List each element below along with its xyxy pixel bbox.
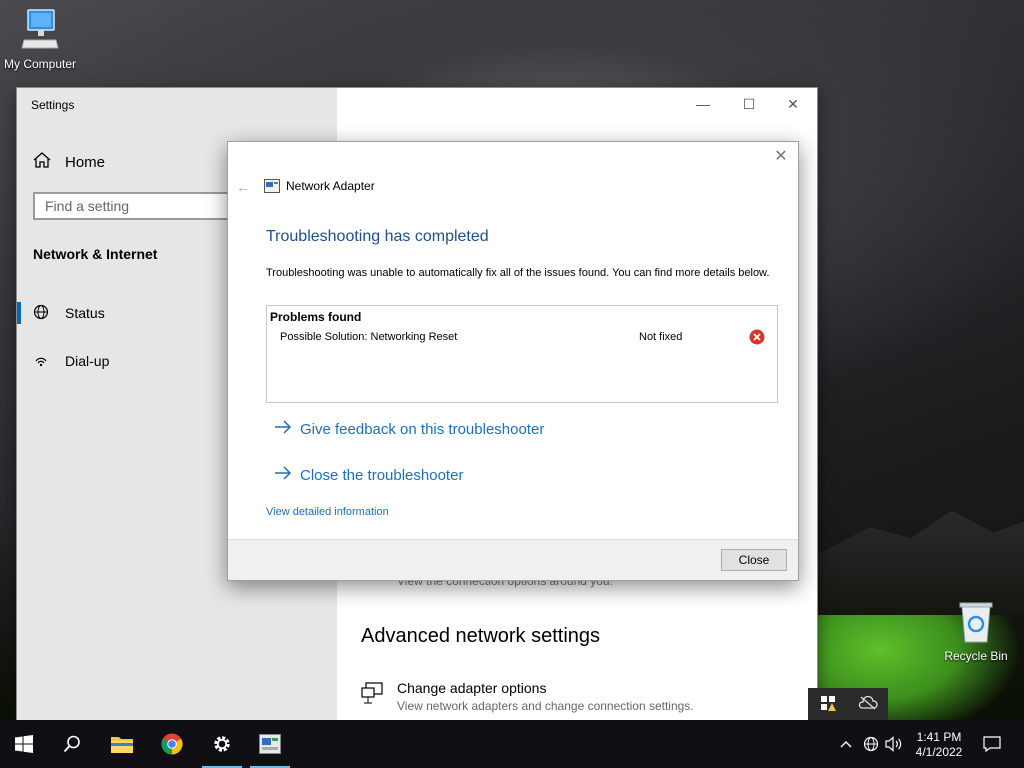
recycle-bin-icon [959,602,993,643]
tray-overflow-popup [808,688,888,722]
network-globe-icon[interactable] [861,734,881,754]
network-adapter-icon [361,682,385,713]
notification-center-icon[interactable] [982,734,1002,754]
give-feedback-label: Give feedback on this troubleshooter [300,420,545,438]
dialup-icon [33,352,49,371]
close-troubleshooter-link[interactable]: Close the troubleshooter [274,466,463,484]
maximize-button[interactable]: ☐ [737,94,761,114]
chrome-icon [161,733,183,755]
gear-icon [214,736,230,752]
desktop-icon-label: Recycle Bin [944,649,1008,663]
view-detailed-information-link[interactable]: View detailed information [266,506,389,518]
window-title: Settings [31,98,75,112]
home-icon [33,152,51,172]
sidebar-item-label: Dial-up [65,353,110,369]
advanced-settings-heading: Advanced network settings [361,625,601,647]
close-button[interactable]: Close [721,549,787,571]
back-arrow-icon[interactable]: ← [236,179,250,195]
taskbar-file-explorer[interactable] [98,720,146,768]
dialog-app-title: Network Adapter [264,179,375,193]
security-warning-icon[interactable] [819,694,837,717]
computer-icon [21,9,59,49]
globe-icon [33,304,49,323]
arrow-right-icon [274,420,292,438]
desktop-icon-my-computer[interactable]: My Computer [0,8,80,71]
onedrive-offline-icon[interactable] [858,695,878,715]
problems-header: Problems found [270,310,362,324]
clock-time: 1:41 PM [916,730,962,744]
desktop-icon-recycle-bin[interactable]: Recycle Bin [940,600,1012,663]
change-adapter-options-link[interactable]: Change adapter options View network adap… [361,680,694,713]
clock-date: 4/1/2022 [915,745,963,759]
taskbar: 1:41 PM 4/1/2022 [0,720,1024,768]
selection-indicator [17,302,21,324]
dialog-app-name: Network Adapter [286,179,375,193]
taskbar-clock[interactable]: 1:41 PM 4/1/2022 [906,730,972,760]
dialog-close-icon[interactable]: ✕ [770,146,792,168]
search-button[interactable] [48,720,96,768]
problems-found-list: Problems found Possible Solution: Networ… [266,305,778,403]
problem-name: Possible Solution: Networking Reset [280,331,458,343]
problem-status: Not fixed [639,331,683,343]
dialog-footer: Close [228,539,798,580]
close-window-button[interactable]: ✕ [781,94,805,114]
minimize-button[interactable]: — [691,94,715,114]
sidebar-item-label: Status [65,305,105,321]
taskbar-settings[interactable] [198,720,246,768]
windows-logo-icon [15,735,33,753]
adapter-options-title: Change adapter options [397,680,547,696]
sidebar-item-label: Home [65,153,106,171]
taskbar-troubleshooter[interactable] [246,720,294,768]
folder-icon [111,737,133,753]
arrow-right-icon [274,466,292,484]
mountain-ridge [818,510,1024,615]
give-feedback-link[interactable]: Give feedback on this troubleshooter [274,420,544,438]
taskbar-chrome[interactable] [148,720,196,768]
close-troubleshooter-label: Close the troubleshooter [300,466,464,484]
start-button[interactable] [0,720,48,768]
chevron-up-icon[interactable] [836,734,856,754]
volume-icon[interactable] [884,734,904,754]
network-adapter-app-icon [264,179,280,193]
adapter-options-subtitle: View network adapters and change connect… [397,699,694,713]
error-icon [749,329,765,345]
section-title: Network & Internet [33,246,158,262]
desktop-icon-label: My Computer [3,57,77,71]
troubleshooter-dialog: ✕ ← Network Adapter Troubleshooting has … [227,141,799,581]
dialog-description: Troubleshooting was unable to automatica… [266,267,770,279]
dialog-heading: Troubleshooting has completed [266,228,489,245]
search-icon [63,735,80,753]
sidebar-item-home[interactable]: Home [33,150,105,174]
troubleshooter-app-icon [259,734,281,754]
